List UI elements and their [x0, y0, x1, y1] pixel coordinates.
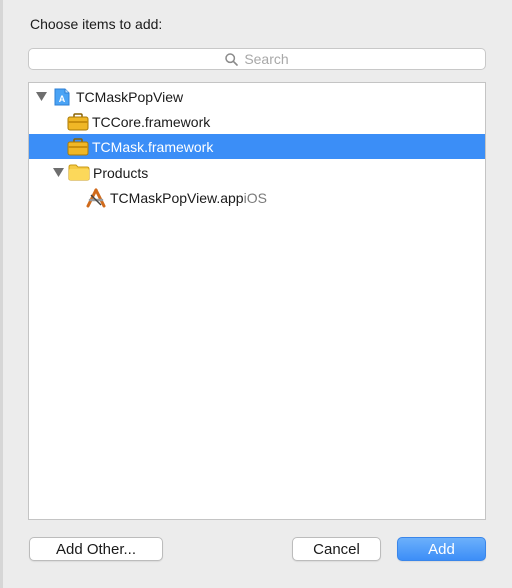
tree-row-tccore-framework[interactable]: TCCore.framework: [29, 109, 485, 134]
file-tree[interactable]: A TCMaskPopView TCCore.framework TCMask.…: [28, 82, 486, 520]
tree-row-products[interactable]: Products: [29, 160, 485, 185]
framework-icon: [67, 137, 89, 156]
tree-row-project[interactable]: A TCMaskPopView: [29, 84, 485, 109]
search-icon: [225, 52, 239, 66]
search-field[interactable]: Search: [28, 48, 486, 70]
folder-icon: [68, 164, 90, 182]
platform-label: iOS: [243, 189, 267, 206]
tree-row-label: Products: [93, 164, 149, 181]
add-other-button[interactable]: Add Other...: [29, 537, 163, 561]
tree-row-label: TCMask.framework: [92, 138, 214, 155]
framework-icon: [67, 112, 89, 131]
cancel-button[interactable]: Cancel: [292, 537, 381, 561]
svg-text:A: A: [59, 94, 66, 104]
disclosure-expanded-icon[interactable]: [35, 91, 47, 103]
xcode-project-icon: A: [51, 88, 73, 106]
tree-row-label: TCCore.framework: [92, 113, 211, 130]
add-button[interactable]: Add: [397, 537, 486, 561]
tree-row-label: TCMaskPopView.app: [110, 189, 244, 206]
tree-row-label: TCMaskPopView: [76, 88, 184, 105]
tree-row-app[interactable]: TCMaskPopView.app iOS: [29, 185, 485, 210]
app-icon: [85, 188, 107, 207]
tree-row-tcmask-framework[interactable]: TCMask.framework: [29, 134, 485, 159]
search-placeholder: Search: [244, 51, 289, 67]
dialog-title: Choose items to add:: [30, 16, 163, 32]
disclosure-expanded-icon[interactable]: [52, 167, 64, 179]
window-edge: [0, 0, 3, 588]
